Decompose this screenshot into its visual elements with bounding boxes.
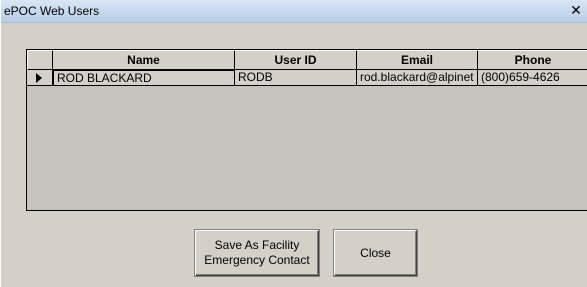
cell-name[interactable]: ROD BLACKARD — [53, 70, 235, 86]
cell-phone[interactable]: (800)659-4626 — [478, 70, 587, 86]
window-title: ePOC Web Users — [4, 4, 100, 18]
row-selector[interactable] — [27, 70, 53, 86]
grid-header: Name User ID Email Phone — [27, 50, 587, 70]
users-grid[interactable]: Name User ID Email Phone ROD BLACKARD RO… — [26, 49, 587, 211]
column-header-phone[interactable]: Phone — [478, 50, 587, 70]
cell-email[interactable]: rod.blackard@alpinet — [357, 70, 478, 86]
column-header-name[interactable]: Name — [53, 50, 235, 70]
column-header-email[interactable]: Email — [357, 50, 478, 70]
title-bar[interactable]: ePOC Web Users ✕ — [1, 0, 587, 23]
header-corner — [27, 50, 53, 70]
save-as-facility-emergency-contact-button[interactable]: Save As Facility Emergency Contact — [195, 230, 319, 276]
close-button[interactable]: Close — [334, 230, 417, 276]
cell-user-id[interactable]: RODB — [235, 70, 357, 86]
epoc-web-users-dialog: ePOC Web Users ✕ Name User ID Email Phon… — [0, 0, 587, 287]
table-row[interactable]: ROD BLACKARD RODB rod.blackard@alpinet (… — [27, 70, 587, 86]
close-icon[interactable]: ✕ — [566, 3, 586, 20]
row-pointer-icon — [36, 73, 42, 83]
column-header-user-id[interactable]: User ID — [235, 50, 357, 70]
